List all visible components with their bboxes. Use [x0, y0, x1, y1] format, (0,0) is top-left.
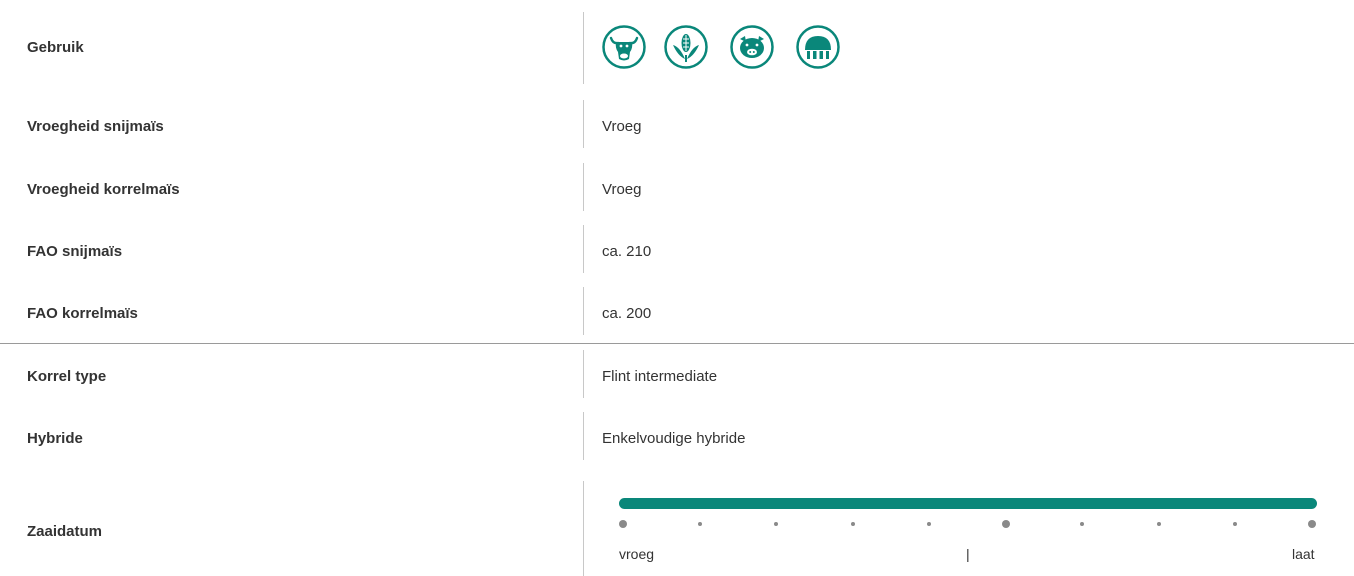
- scale-major-tick: [1308, 520, 1316, 528]
- scale-minor-tick: [774, 522, 779, 526]
- row-label-korrel-type: Korrel type: [27, 368, 107, 385]
- sowing-range-bar: [619, 498, 1317, 509]
- scale-label-early: vroeg: [619, 546, 655, 562]
- scale-minor-tick: [850, 522, 855, 526]
- section-divider: [0, 343, 1354, 344]
- row-value-korrel-type: Flint intermediate: [602, 368, 718, 385]
- row-label-gebruik: Gebruik: [27, 39, 84, 56]
- row-value-fao-snijmais: ca. 210: [602, 243, 652, 260]
- corn-icon: [664, 25, 708, 69]
- column-divider: [583, 225, 584, 273]
- row-label-zaaidatum: Zaaidatum: [27, 523, 103, 540]
- scale-label-middle: |: [966, 546, 970, 562]
- scale-minor-tick: [927, 522, 932, 526]
- scale-major-tick: [1001, 520, 1010, 528]
- column-divider: [583, 163, 584, 211]
- column-divider: [583, 481, 584, 576]
- scale-minor-tick: [697, 522, 702, 526]
- column-divider: [583, 12, 584, 84]
- row-label-fao-snijmais: FAO snijmaïs: [27, 243, 123, 260]
- row-value-vroegheid-korrelmais: Vroeg: [602, 181, 642, 198]
- row-value-hybride: Enkelvoudige hybride: [602, 430, 746, 447]
- cow-icon: [602, 25, 646, 69]
- row-label-fao-korrelmais: FAO korrelmaïs: [27, 305, 138, 322]
- column-divider: [583, 412, 584, 460]
- scale-minor-tick: [1233, 522, 1238, 526]
- row-label-vroegheid-snijmais: Vroegheid snijmaïs: [27, 118, 164, 135]
- scale-label-late: laat: [1292, 546, 1315, 562]
- row-value-fao-korrelmais: ca. 200: [602, 305, 652, 322]
- pig-icon: [730, 25, 774, 69]
- scale-minor-tick: [1156, 522, 1161, 526]
- row-value-vroegheid-snijmais: Vroeg: [602, 118, 642, 135]
- biogas-silo-icon: [796, 25, 840, 69]
- row-label-vroegheid-korrelmais: Vroegheid korrelmaïs: [27, 181, 180, 198]
- column-divider: [583, 350, 584, 398]
- row-label-hybride: Hybride: [27, 430, 83, 447]
- column-divider: [583, 287, 584, 335]
- scale-minor-tick: [1080, 522, 1085, 526]
- column-divider: [583, 100, 584, 148]
- scale-major-tick: [619, 520, 627, 528]
